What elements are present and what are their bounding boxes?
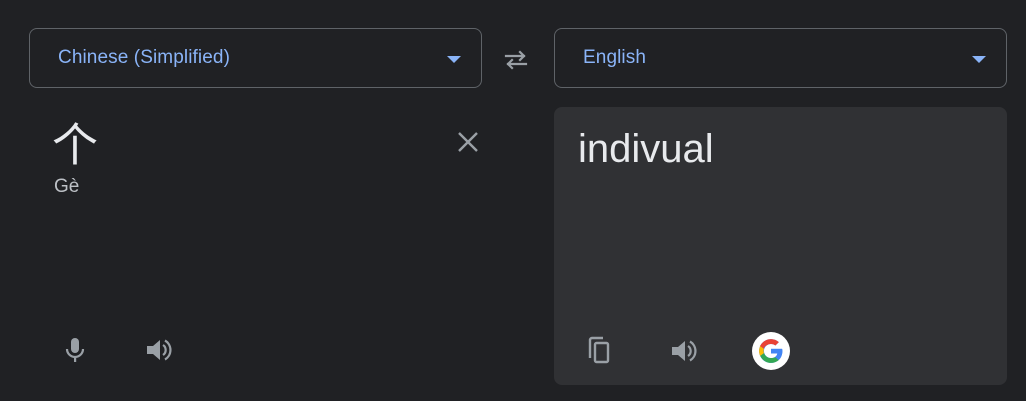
translation-output-panel: indivual	[554, 107, 1007, 385]
translate-widget: Chinese (Simplified) English 个 Gè indivu…	[0, 0, 1026, 401]
source-language-select[interactable]: Chinese (Simplified)	[29, 28, 482, 88]
copy-icon	[588, 336, 610, 364]
voice-input-button[interactable]	[55, 330, 95, 370]
microphone-icon	[65, 338, 85, 362]
speaker-icon	[147, 339, 172, 361]
speaker-icon	[672, 340, 697, 362]
source-language-label: Chinese (Simplified)	[58, 47, 231, 68]
swap-languages-button[interactable]	[496, 40, 536, 80]
google-logo-icon	[759, 339, 783, 363]
swap-arrows-icon	[504, 50, 528, 70]
source-transliteration: Gè	[54, 176, 80, 197]
translation-text: indivual	[578, 127, 714, 171]
chevron-down-icon	[447, 56, 461, 63]
chevron-down-icon	[972, 56, 986, 63]
close-icon	[458, 132, 478, 152]
source-text-input[interactable]: 个	[52, 120, 98, 170]
target-language-label: English	[583, 47, 647, 68]
clear-source-button[interactable]	[448, 122, 488, 162]
copy-translation-button[interactable]	[579, 331, 619, 371]
google-search-button[interactable]	[752, 332, 790, 370]
listen-source-button[interactable]	[139, 330, 179, 370]
target-language-select[interactable]: English	[554, 28, 1007, 88]
listen-translation-button[interactable]	[664, 331, 704, 371]
